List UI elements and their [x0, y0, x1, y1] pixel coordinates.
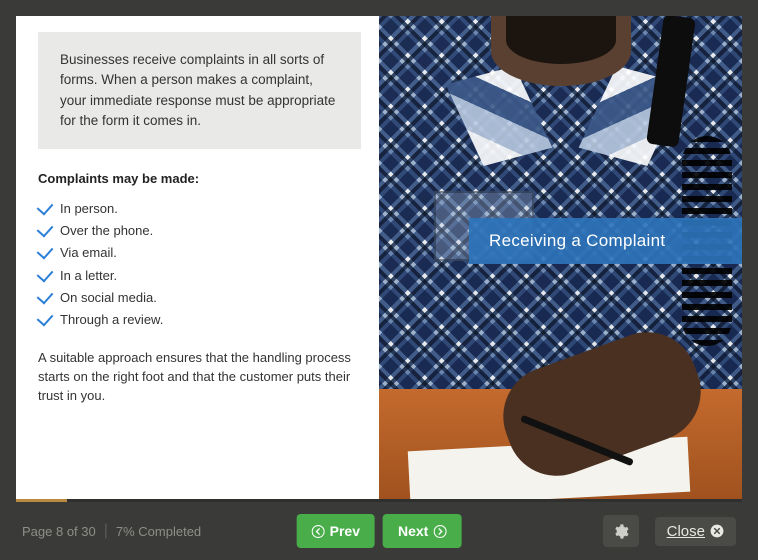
next-label: Next: [398, 523, 428, 539]
list-item: In a letter.: [38, 265, 357, 287]
prev-button[interactable]: Prev: [297, 514, 375, 548]
page-indicator: Page 8 of 30: [22, 524, 96, 539]
close-button[interactable]: Close: [655, 517, 736, 546]
complaints-list: In person. Over the phone. Via email. In…: [38, 198, 357, 331]
gear-icon: [612, 523, 629, 540]
hero-image: Receiving a Complaint: [379, 16, 742, 499]
list-item: Over the phone.: [38, 220, 357, 242]
list-item: On social media.: [38, 287, 357, 309]
intro-text: Businesses receive complaints in all sor…: [60, 50, 339, 131]
chevron-right-circle-icon: [433, 525, 446, 538]
close-label: Close: [667, 523, 705, 540]
slide-title: Receiving a Complaint: [489, 231, 665, 250]
completion-indicator: 7% Completed: [116, 524, 201, 539]
settings-button[interactable]: [603, 515, 639, 547]
list-heading: Complaints may be made:: [38, 171, 357, 186]
slide-title-overlay: Receiving a Complaint: [469, 218, 742, 264]
list-item: In person.: [38, 198, 357, 220]
list-item: Via email.: [38, 242, 357, 264]
followup-text: A suitable approach ensures that the han…: [38, 349, 357, 406]
divider: |: [104, 522, 108, 540]
close-circle-icon: [710, 524, 724, 538]
list-item: Through a review.: [38, 309, 357, 331]
intro-box: Businesses receive complaints in all sor…: [38, 32, 361, 149]
chevron-left-circle-icon: [312, 525, 325, 538]
next-button[interactable]: Next: [383, 514, 461, 548]
prev-label: Prev: [330, 523, 360, 539]
